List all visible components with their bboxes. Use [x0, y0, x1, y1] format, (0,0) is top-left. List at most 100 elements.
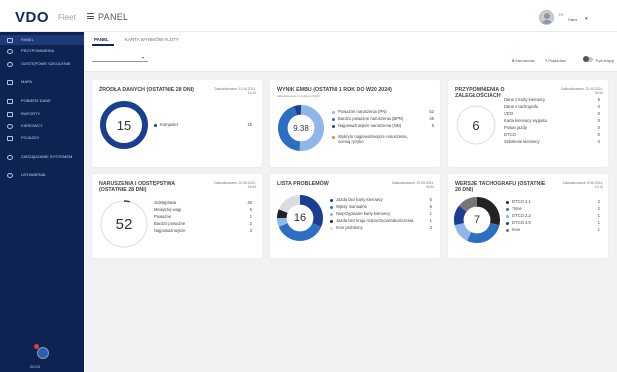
legend-value: 3 [249, 228, 252, 233]
legend-item[interactable]: Wpisy manualne 6 [330, 204, 434, 210]
logo-subtitle: Fleet [58, 13, 76, 22]
sidebar-item-vehicles[interactable]: POJAZDY [0, 133, 84, 143]
legend-label: Najpoważniejsze [154, 228, 186, 233]
vdo-logo[interactable]: VDO [15, 9, 49, 26]
legend-item[interactable]: Bardzo poważne 2 [154, 221, 256, 227]
legend-label: DTCO 2.2 [512, 213, 531, 218]
hamburger-menu-icon[interactable] [87, 13, 94, 19]
legend-dot [506, 201, 509, 204]
legend-item: Bardzo poważne naruszenia (BPN) 45 [332, 116, 434, 122]
sidebar-item-settings[interactable]: USTAWIENIA [0, 170, 84, 180]
legend-item[interactable]: Nieprzypisane karty kierowcy 1 [330, 211, 434, 217]
tab-panel[interactable]: PANEL [94, 37, 109, 42]
card-title: NARUSZENIA I ODSTĘPSTWA (OSTATNIE 28 DNI… [99, 181, 175, 193]
filter-bar: ▾ 9 Kierowców 7 Pojazdów Tryb edycji [84, 46, 617, 72]
edit-mode-toggle[interactable] [583, 56, 593, 62]
legend-value: 0 [597, 132, 600, 137]
legend-dot [506, 208, 509, 211]
legend-dot [506, 222, 509, 225]
sidebar-item-map[interactable]: MAPA [0, 77, 84, 87]
legend-item[interactable]: Szkolenie kierowcy 0 [504, 139, 602, 145]
legend-label: Poważne naruszenia (PN) [338, 109, 387, 114]
legend-item[interactable]: Odstępstwa 40 [154, 200, 256, 206]
vehicles-count[interactable]: 7 Pojazdów [545, 58, 566, 63]
tab-bar: PANEL KARTA WYNIKÓW FLOTY [84, 32, 617, 46]
sidebar-item-label: RAPORTY [21, 110, 41, 116]
chevron-down-icon[interactable]: ▾ [585, 16, 588, 22]
legend-value: 52 [429, 109, 434, 114]
legend-item[interactable]: Inne problemy 3 [330, 225, 434, 231]
legend-item[interactable]: Dane z tachografu 0 [504, 104, 602, 110]
drivers-count[interactable]: 9 Kierowców [512, 58, 535, 63]
legend-item[interactable]: Karta kierowcy wygasa 0 [504, 118, 602, 124]
donut-center-value: 9.38 [293, 123, 309, 133]
card-problems: LISTA PROBLEMÓW Zaktualizowane: 22.05.20… [270, 174, 440, 258]
legend-value: 0 [597, 125, 600, 130]
legend-item-warning: Wykryto najpoważniejsze naruszenia, ocen… [332, 134, 434, 145]
legend-value: 15 [247, 122, 252, 127]
legend-item[interactable]: DTCO 2.1 2 [506, 199, 602, 205]
legend-value: 1 [249, 214, 252, 219]
top-header: VDO Fleet PANEL Hi Hans ▾ [0, 0, 617, 32]
legend-item[interactable]: Jazda bez kraju rozpoczęcia/zakończenia 1 [330, 218, 434, 224]
legend-value: 1 [597, 213, 600, 218]
user-name[interactable]: Hans [568, 17, 577, 22]
legend-item: Najpoważniejsze naruszenia (NN) 5 [332, 123, 434, 129]
chevron-down-icon[interactable]: ▾ [142, 55, 144, 60]
legend-label: Szkolenie kierowcy [504, 139, 540, 144]
sidebar-item-reports[interactable]: RAPORTY [0, 109, 84, 119]
sidebar: PANEL PRZYPOMNIENIA ODSTĘPOWE SZKOLENIE … [0, 32, 84, 372]
donut-center-value: 52 [115, 215, 133, 233]
sidebar-item-label: KIEROWCY [21, 122, 43, 128]
card-updated: Zaktualizowane: 8.06.2024, 10:13 [562, 181, 603, 189]
user-avatar-icon[interactable] [539, 10, 554, 25]
legend-item[interactable]: Dane z karty kierowcy 5 [504, 97, 602, 103]
edit-mode-label: Tryb edycji [595, 58, 615, 63]
legend-item[interactable]: DTCO 4.0 1 [506, 220, 602, 226]
sidebar-item-download[interactable]: POBIERZ DANE [0, 96, 84, 106]
legend-label: *Inne [512, 206, 522, 211]
group-select[interactable] [92, 56, 148, 62]
legend-dot [330, 213, 333, 216]
sidebar-item-training[interactable]: ODSTĘPOWE SZKOLENIE [0, 57, 84, 71]
legend-value: 5 [249, 207, 252, 212]
donut-center-value: 16 [293, 212, 307, 224]
legend-item[interactable]: *Inne 2 [506, 206, 602, 212]
legend-label: Mniejszej wagi [154, 207, 182, 212]
card-title: WERSJE TACHOGRAFU (OSTATNIE 28 DNI) [455, 181, 546, 193]
notification-icon[interactable] [37, 347, 49, 359]
map-icon [7, 79, 13, 85]
legend-item[interactable]: Najpoważniejsze 3 [154, 228, 256, 234]
legend-item[interactable]: Poważne 1 [154, 214, 256, 220]
legend-value: 0 [597, 118, 600, 123]
sidebar-item-reminders[interactable]: PRZYPOMNIENIA [0, 46, 84, 56]
legend-dot [506, 215, 509, 218]
legend-value: 1 [597, 220, 600, 225]
legend-item[interactable]: DTCO 0 [504, 132, 602, 138]
legend-label: Bardzo poważne [154, 221, 186, 226]
notification-badge [34, 344, 39, 349]
legend-value: 1 [597, 227, 600, 232]
legend-dot [330, 206, 333, 209]
sidebar-item-label: USTAWIENIA [21, 171, 46, 177]
legend-item[interactable]: Prawo jazdy 0 [504, 125, 602, 131]
legend-label: Najpoważniejsze naruszenia (NN) [338, 123, 402, 128]
legend-dot [332, 118, 335, 121]
card-subtitle: Aktualizowano co tydzień (W20) [277, 94, 320, 98]
legend-dot [154, 124, 157, 127]
sidebar-item-panel[interactable]: PANEL [0, 35, 84, 45]
legend-item[interactable]: DTCO 2.2 1 [506, 213, 602, 219]
sidebar-item-label: POBIERZ DANE [21, 97, 51, 103]
tab-fleet-scorecard[interactable]: KARTA WYNIKÓW FLOTY [125, 37, 179, 42]
legend-item[interactable]: Mniejszej wagi 5 [154, 207, 256, 213]
legend-item[interactable]: VDO 0 [504, 111, 602, 117]
sidebar-item-system[interactable]: ZARZĄDZANIE SYSTEMEM [0, 150, 84, 164]
legend-value: 0 [597, 104, 600, 109]
legend-item[interactable]: Inne 1 [506, 227, 602, 233]
sidebar-item-drivers[interactable]: KIEROWCY [0, 121, 84, 131]
bell-icon [7, 48, 13, 54]
sidebar-item-label: MAPA [21, 78, 33, 84]
user-greeting: Hi [559, 12, 563, 17]
vehicle-icon [7, 135, 13, 141]
legend-item[interactable]: Jazda bez karty kierowcy 5 [330, 197, 434, 203]
